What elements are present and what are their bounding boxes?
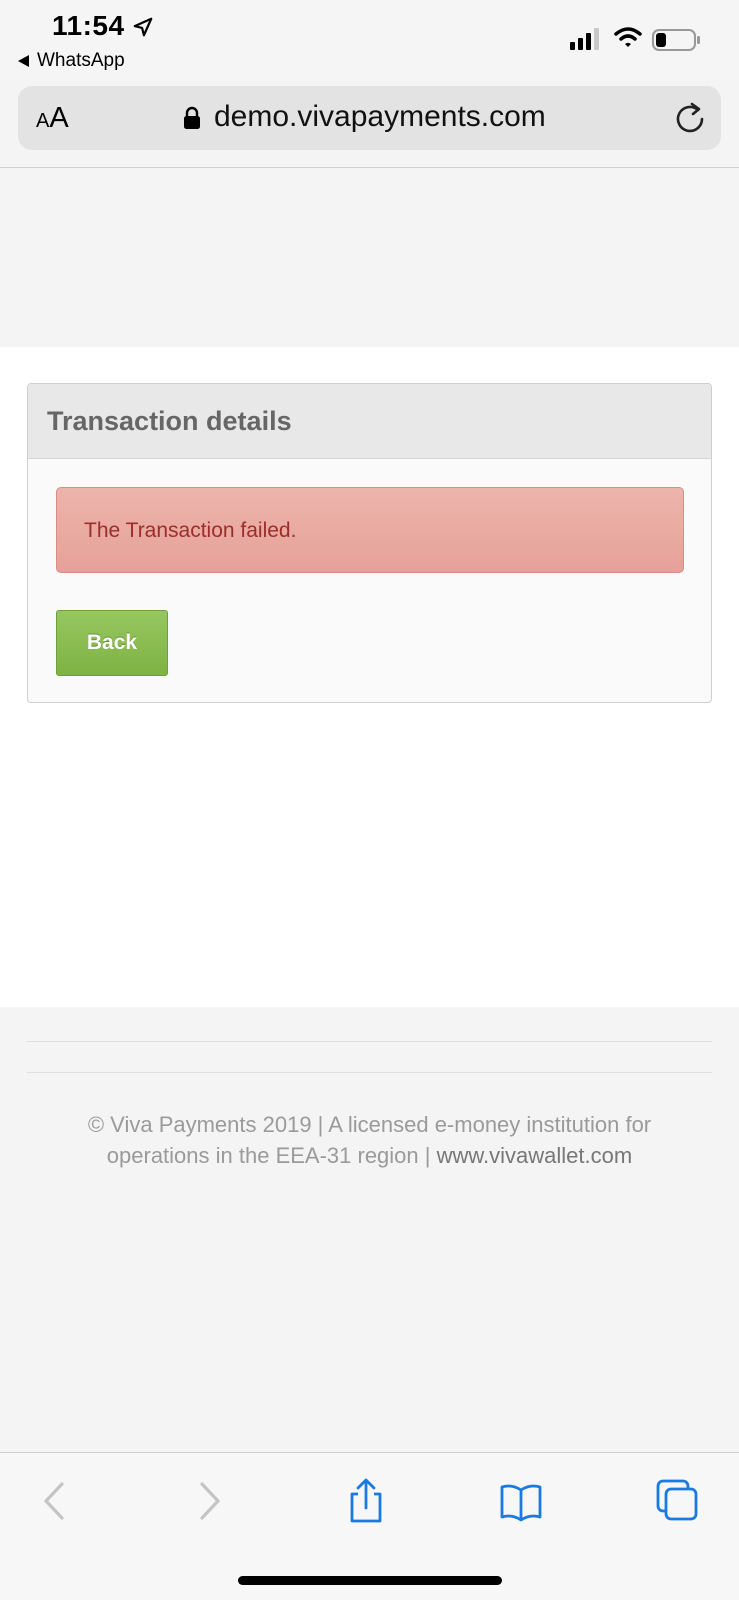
back-to-app-link[interactable]: WhatsApp — [18, 50, 125, 72]
footer-line-2-prefix: operations in the EEA-31 region | — [106, 1143, 437, 1168]
transaction-panel: Transaction details The Transaction fail… — [27, 383, 712, 703]
lock-icon — [184, 106, 200, 129]
page-footer: © Viva Payments 2019 | A licensed e-mone… — [0, 1007, 739, 1452]
panel-heading: Transaction details — [28, 384, 711, 459]
url-text[interactable]: demo.vivapayments.com — [214, 100, 546, 134]
footer-website-link[interactable]: www.vivawallet.com — [437, 1143, 633, 1168]
location-arrow-icon — [133, 17, 153, 37]
back-button[interactable]: Back — [56, 610, 168, 676]
back-triangle-icon — [18, 55, 29, 67]
reload-icon[interactable] — [673, 100, 707, 134]
address-bar[interactable]: AA demo.vivapayments.com — [18, 86, 721, 150]
tabs-icon[interactable] — [655, 1478, 699, 1524]
panel-title: Transaction details — [47, 406, 292, 436]
status-bar: 11:54 WhatsApp — [0, 0, 739, 80]
page-top-band — [0, 168, 739, 347]
text-size-button[interactable]: AA — [36, 102, 69, 135]
share-icon[interactable] — [344, 1478, 388, 1524]
home-indicator[interactable] — [238, 1576, 502, 1585]
cellular-signal-icon — [570, 28, 599, 50]
forward-arrow-icon[interactable] — [188, 1478, 232, 1524]
footer-line-1: © Viva Payments 2019 | A licensed e-mone… — [87, 1112, 652, 1137]
bookmarks-icon[interactable] — [499, 1478, 543, 1524]
footer-text: © Viva Payments 2019 | A licensed e-mone… — [0, 1109, 739, 1171]
text-size-small-label: A — [36, 110, 50, 132]
footer-line-2: operations in the EEA-31 region | www.vi… — [0, 1140, 739, 1171]
footer-divider-bottom — [27, 1072, 712, 1073]
battery-icon — [652, 29, 700, 51]
wifi-icon — [614, 27, 642, 47]
status-time: 11:54 — [52, 10, 125, 41]
text-size-big-label: A — [49, 102, 69, 134]
back-app-label: WhatsApp — [37, 50, 125, 71]
footer-divider-top — [27, 1041, 712, 1042]
back-arrow-icon[interactable] — [34, 1478, 78, 1524]
error-alert: The Transaction failed. — [56, 487, 684, 573]
